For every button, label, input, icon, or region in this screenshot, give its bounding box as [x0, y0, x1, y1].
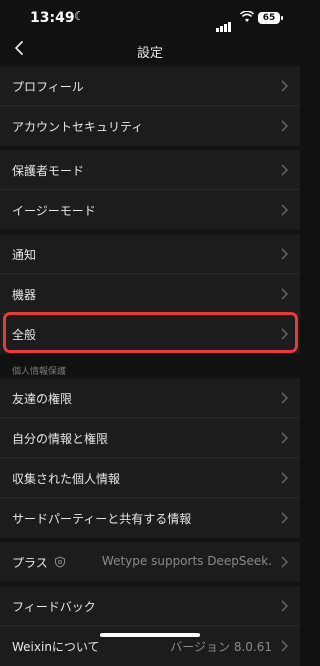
highlight-box — [3, 312, 298, 353]
settings-item-profile[interactable]: プロフィール — [0, 66, 300, 106]
home-indicator[interactable] — [100, 633, 200, 637]
settings-item-my-info-permissions[interactable]: 自分の情報と権限 — [0, 418, 300, 458]
settings-item-label: 機器 — [12, 288, 37, 302]
chevron-right-icon — [281, 600, 288, 612]
chevron-right-icon — [281, 164, 288, 176]
settings-item-collected-info[interactable]: 収集された個人情報 — [0, 458, 300, 498]
page-title: 設定 — [136, 46, 163, 61]
settings-item-feedback[interactable]: フィードバック — [0, 586, 300, 626]
chevron-right-icon — [281, 472, 288, 484]
privacy-group: 友達の権限 自分の情報と権限 収集された個人情報 サードパーティーと共有する情報 — [0, 378, 300, 538]
settings-item-label: 自分の情報と権限 — [12, 432, 109, 446]
nav-bar: 設定 — [0, 36, 300, 64]
chevron-right-icon — [281, 512, 288, 524]
settings-item-third-party-info[interactable]: サードパーティーと共有する情報 — [0, 498, 300, 538]
chevron-right-icon — [281, 248, 288, 260]
chevron-right-icon — [281, 640, 288, 652]
chevron-right-icon — [281, 204, 288, 216]
wifi-icon — [240, 11, 254, 22]
shield-icon — [55, 556, 65, 568]
settings-item-value: Wetype supports DeepSeek. — [101, 554, 272, 568]
settings-item-label: Weixinについて — [12, 640, 100, 654]
status-time: 13:49 — [30, 10, 75, 26]
settings-item-label: 収集された個人情報 — [12, 472, 121, 486]
plus-group: プラス Wetype supports DeepSeek. — [0, 542, 300, 582]
support-group: フィードバック Weixinについて バージョン 8.0.61 — [0, 586, 300, 666]
settings-item-label: 友達の権限 — [12, 392, 73, 406]
settings-item-parental-mode[interactable]: 保護者モード — [0, 150, 300, 190]
settings-item-account-security[interactable]: アカウントセキュリティ — [0, 106, 300, 146]
settings-item-label: フィードバック — [12, 600, 96, 614]
settings-item-easy-mode[interactable]: イージーモード — [0, 190, 300, 230]
status-bar: 13:49 ☾ 65 — [0, 0, 300, 36]
settings-item-label: サードパーティーと共有する情報 — [12, 512, 192, 526]
chevron-right-icon — [281, 392, 288, 404]
settings-item-label: プラス — [12, 556, 48, 570]
account-group: プロフィール アカウントセキュリティ — [0, 66, 300, 146]
settings-item-notifications[interactable]: 通知 — [0, 234, 300, 274]
mode-group: 保護者モード イージーモード — [0, 150, 300, 230]
settings-item-label: プロフィール — [12, 80, 84, 94]
section-header-privacy: 個人情報保護 — [12, 367, 67, 377]
settings-item-label: 通知 — [12, 248, 37, 262]
chevron-right-icon — [281, 120, 288, 132]
settings-item-devices[interactable]: 機器 — [0, 274, 300, 314]
chevron-right-icon — [281, 80, 288, 92]
settings-item-value: バージョン 8.0.61 — [170, 640, 272, 654]
settings-item-label: 保護者モード — [12, 164, 85, 178]
moon-icon: ☾ — [74, 9, 85, 23]
chevron-right-icon — [281, 288, 288, 300]
chevron-right-icon — [281, 432, 288, 444]
battery-icon: 65 — [258, 12, 283, 24]
settings-item-label: アカウントセキュリティ — [12, 120, 144, 134]
chevron-right-icon — [281, 556, 288, 568]
signal-icon — [216, 13, 232, 32]
settings-item-about[interactable]: Weixinについて バージョン 8.0.61 — [0, 626, 300, 666]
settings-item-friend-permissions[interactable]: 友達の権限 — [0, 378, 300, 418]
settings-item-plus[interactable]: プラス Wetype supports DeepSeek. — [0, 542, 300, 582]
settings-item-label: イージーモード — [12, 204, 96, 218]
